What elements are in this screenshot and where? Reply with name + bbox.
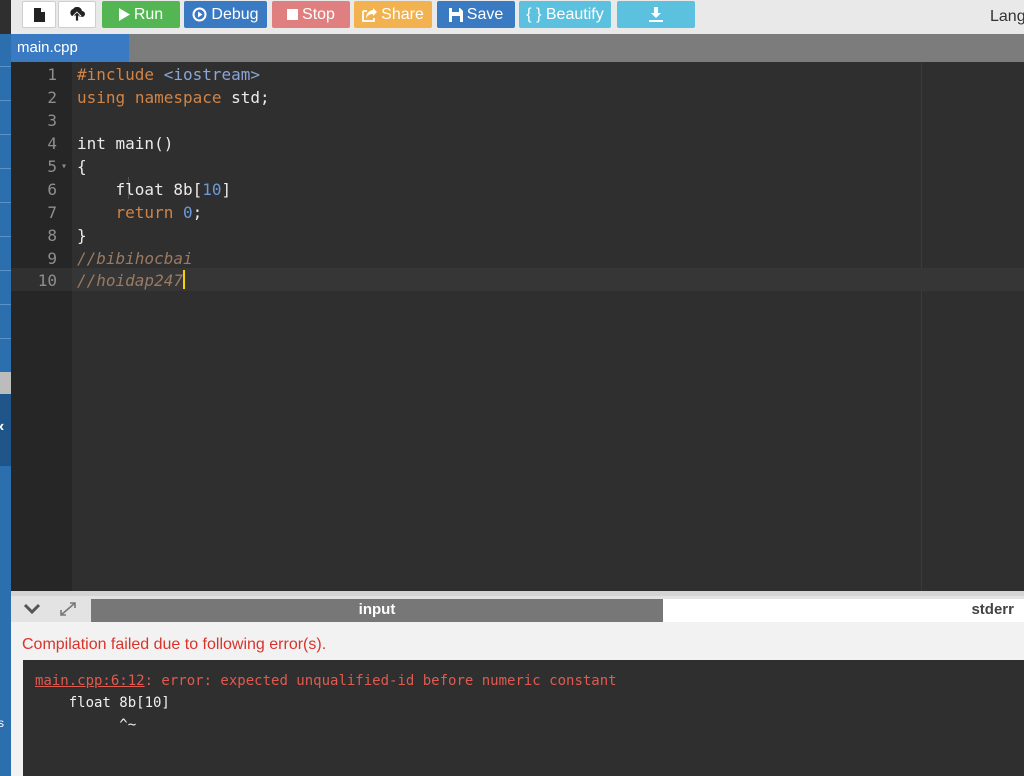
error-line: main.cpp:6:12: error: expected unqualifi… — [35, 673, 617, 689]
beautify-button[interactable]: { } Beautify — [519, 1, 611, 28]
panel-divider[interactable] — [11, 591, 1024, 596]
code-line: 6 float 8b[10] — [47, 180, 232, 199]
share-icon — [362, 7, 378, 22]
debug-button[interactable]: Debug — [184, 1, 267, 28]
chevron-left-icon[interactable]: ‹ — [0, 418, 4, 436]
new-file-icon — [33, 7, 45, 22]
code-line: 9 //bibihocbai — [47, 249, 193, 268]
expand-arrows-icon[interactable] — [59, 601, 77, 617]
new-file-button[interactable] — [22, 1, 56, 28]
compile-error-message: Compilation failed due to following erro… — [22, 636, 327, 653]
language-label[interactable]: Lang — [990, 8, 1024, 26]
upload-button[interactable] — [58, 1, 96, 28]
tab-stderr[interactable]: stderr — [663, 599, 1024, 622]
error-location-link[interactable]: main.cpp:6:12 — [35, 673, 145, 689]
code-line: 3 — [47, 111, 57, 130]
stderr-output: main.cpp:6:12: error: expected unqualifi… — [23, 660, 1024, 776]
upload-icon — [70, 6, 85, 21]
code-line: 7 return 0; — [47, 203, 203, 222]
code-line: 1 #include <iostream> — [47, 65, 261, 84]
play-icon — [118, 8, 130, 21]
code-line: 2 using namespace std; — [47, 88, 270, 107]
code-line-active: 10 //hoidap247 — [37, 270, 185, 290]
code-line: 4 int main() — [47, 134, 174, 153]
debug-circle-icon — [192, 7, 207, 22]
file-tab-main-cpp[interactable]: main.cpp — [11, 34, 129, 62]
code-editor[interactable]: 1 #include <iostream> 2 using namespace … — [11, 62, 1024, 591]
download-button[interactable] — [617, 1, 695, 28]
output-panel: Compilation failed due to following erro… — [11, 622, 1024, 776]
tab-input[interactable]: input — [91, 599, 663, 622]
run-button[interactable]: Run — [102, 1, 180, 28]
fold-toggle-icon[interactable]: ▾ — [61, 155, 67, 178]
stop-square-icon — [287, 9, 299, 20]
floppy-icon — [448, 7, 463, 22]
error-code-line: float 8b[10] — [35, 695, 170, 711]
save-label: Save — [466, 5, 504, 23]
file-tab-bar: main.cpp — [11, 34, 1024, 62]
debug-label: Debug — [211, 5, 259, 23]
share-button[interactable]: Share — [354, 1, 432, 28]
error-caret-line: ^~ — [35, 717, 137, 733]
run-label: Run — [133, 5, 164, 23]
download-icon — [649, 7, 663, 22]
share-label: Share — [381, 5, 424, 23]
toolbar: Run Debug Stop Share Save { } Beautify L… — [11, 0, 1024, 35]
code-line: 5 ▾ { — [47, 155, 87, 178]
sidebar-partial-glyph: s — [0, 716, 4, 730]
code-line: 8 } — [47, 226, 87, 245]
io-panel-header: input stderr — [11, 591, 1024, 622]
chevron-down-icon[interactable] — [23, 601, 41, 617]
stop-label: Stop — [302, 5, 335, 23]
left-sidebar-edge: ‹ s — [0, 34, 11, 776]
save-button[interactable]: Save — [437, 1, 515, 28]
text-cursor — [182, 270, 185, 289]
stop-button[interactable]: Stop — [272, 1, 350, 28]
beautify-label: { } Beautify — [526, 5, 604, 23]
